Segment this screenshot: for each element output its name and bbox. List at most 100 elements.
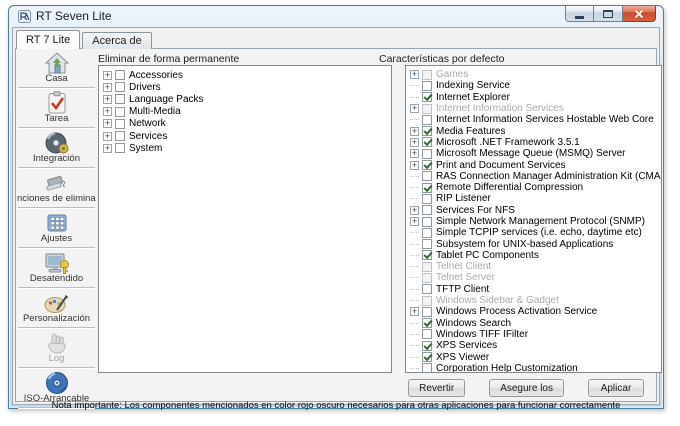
expand-plus-icon[interactable]: +: [410, 149, 419, 159]
sidebar-item-opciones-eliminacion[interactable]: nciones de eliminac: [17, 170, 96, 206]
checkbox-unchecked[interactable]: [115, 94, 125, 105]
checkbox-checked[interactable]: [422, 160, 432, 171]
checkbox-unchecked[interactable]: [422, 114, 432, 125]
checkbox-checked[interactable]: [422, 126, 432, 137]
checkbox-unchecked[interactable]: [115, 143, 125, 154]
checkbox-checked[interactable]: [422, 250, 432, 261]
minimize-button[interactable]: [565, 6, 594, 22]
feature-row[interactable]: Windows Search: [410, 318, 661, 329]
expand-plus-icon[interactable]: +: [103, 119, 112, 129]
feature-row[interactable]: RIP Listener: [410, 193, 661, 204]
checkbox-unchecked[interactable]: [422, 272, 432, 283]
tab-acercade[interactable]: Acerca de: [82, 32, 152, 49]
remove-component-row[interactable]: + System: [103, 142, 391, 154]
sidebar-item-personalizacion[interactable]: Personalización: [17, 290, 96, 326]
checkbox-unchecked[interactable]: [422, 205, 432, 216]
checkbox-unchecked[interactable]: [422, 329, 432, 340]
feature-row[interactable]: + Microsoft Message Queue (MSMQ) Server: [410, 148, 661, 159]
feature-row[interactable]: + Internet Information Services: [410, 103, 661, 114]
checkbox-unchecked[interactable]: [115, 82, 125, 93]
expand-plus-icon[interactable]: +: [410, 307, 419, 317]
tab-rt7lite[interactable]: RT 7 Lite: [16, 30, 81, 49]
checkbox-unchecked[interactable]: [422, 80, 432, 91]
feature-row[interactable]: Telnet Server: [410, 272, 661, 283]
checkbox-checked[interactable]: [422, 137, 432, 148]
expand-plus-icon[interactable]: +: [410, 205, 419, 215]
checkbox-checked[interactable]: [422, 352, 432, 363]
checkbox-unchecked[interactable]: [115, 70, 125, 81]
checkbox-unchecked[interactable]: [422, 69, 432, 80]
expand-plus-icon[interactable]: +: [410, 104, 419, 114]
feature-row[interactable]: XPS Viewer: [410, 351, 661, 363]
sidebar-item-desatendido[interactable]: Desatendido: [17, 250, 96, 286]
remove-components-tree[interactable]: + Accessories + Drivers + Language Packs + Mult…: [98, 65, 392, 373]
remove-component-row[interactable]: + Drivers: [103, 81, 391, 93]
feature-row[interactable]: + Simple Network Management Protocol (SNM…: [410, 216, 661, 227]
checkbox-unchecked[interactable]: [115, 131, 125, 142]
maximize-button[interactable]: [594, 6, 623, 22]
expand-plus-icon[interactable]: +: [410, 126, 419, 136]
checkbox-unchecked[interactable]: [422, 227, 432, 238]
sidebar-item-ajustes[interactable]: Ajustes: [17, 210, 96, 246]
remove-component-row[interactable]: + Accessories: [103, 69, 391, 81]
expand-plus-icon[interactable]: +: [103, 107, 112, 117]
feature-row[interactable]: Internet Information Services Hostable W…: [410, 114, 661, 125]
checkbox-unchecked[interactable]: [422, 216, 432, 227]
checkbox-checked[interactable]: [422, 318, 432, 329]
remove-component-row[interactable]: + Network: [103, 118, 391, 130]
revert-button[interactable]: Revertir: [408, 379, 466, 397]
sidebar-item-integracion[interactable]: Integración: [17, 130, 96, 166]
close-button[interactable]: [623, 6, 656, 22]
remove-component-row[interactable]: + Services: [103, 130, 391, 142]
checkbox-unchecked[interactable]: [422, 148, 432, 159]
checkbox-unchecked[interactable]: [422, 193, 432, 204]
remove-component-row[interactable]: + Multi-Media: [103, 106, 391, 118]
apply-button[interactable]: Aplicar: [588, 379, 644, 397]
feature-row[interactable]: + Windows Process Activation Service: [410, 306, 661, 317]
checkbox-checked[interactable]: [422, 340, 432, 351]
feature-row[interactable]: + Media Features: [410, 125, 661, 137]
default-features-list[interactable]: + Games Indexing Service Internet Explorer +…: [405, 65, 662, 373]
sidebar-item-tarea[interactable]: Tarea: [17, 90, 96, 126]
feature-row[interactable]: Corporation Help Customization: [410, 363, 661, 372]
checkbox-unchecked[interactable]: [115, 106, 125, 117]
checkbox-checked[interactable]: [422, 92, 432, 103]
feature-row[interactable]: Windows TIFF IFilter: [410, 329, 661, 340]
feature-row[interactable]: Windows Sidebar & Gadget: [410, 295, 661, 306]
expand-plus-icon[interactable]: +: [103, 131, 112, 141]
expand-plus-icon[interactable]: +: [103, 143, 112, 153]
checkbox-unchecked[interactable]: [422, 306, 432, 317]
expand-plus-icon[interactable]: +: [410, 217, 419, 226]
feature-row[interactable]: Remote Differential Compression: [410, 182, 661, 193]
checkbox-unchecked[interactable]: [422, 239, 432, 250]
titlebar[interactable]: RT Seven Lite: [9, 6, 663, 27]
checkbox-unchecked[interactable]: [422, 284, 432, 295]
feature-row[interactable]: + Services For NFS: [410, 205, 661, 216]
feature-row[interactable]: + Microsoft .NET Framework 3.5.1: [410, 137, 661, 148]
remove-component-row[interactable]: + Language Packs: [103, 93, 391, 105]
checkbox-unchecked[interactable]: [422, 295, 432, 306]
checkbox-unchecked[interactable]: [115, 118, 125, 129]
secure-button[interactable]: Asegure los: [489, 379, 564, 397]
expand-plus-icon[interactable]: +: [103, 94, 112, 104]
feature-row[interactable]: + Print and Document Services: [410, 159, 661, 171]
feature-row[interactable]: + Games: [410, 69, 661, 80]
expand-plus-icon[interactable]: +: [410, 137, 419, 147]
feature-row[interactable]: Telnet Client: [410, 261, 661, 272]
feature-row[interactable]: RAS Connection Manager Administration Ki…: [410, 171, 661, 182]
feature-row[interactable]: Internet Explorer: [410, 92, 661, 103]
checkbox-unchecked[interactable]: [422, 363, 432, 372]
feature-row[interactable]: Indexing Service: [410, 80, 661, 91]
feature-row[interactable]: Tablet PC Components: [410, 250, 661, 261]
expand-plus-icon[interactable]: +: [103, 82, 112, 92]
feature-row[interactable]: XPS Services: [410, 340, 661, 351]
checkbox-unchecked[interactable]: [422, 103, 432, 114]
expand-plus-icon[interactable]: +: [410, 70, 419, 80]
checkbox-unchecked[interactable]: [422, 261, 432, 272]
feature-row[interactable]: Subsystem for UNIX-based Applications: [410, 238, 661, 250]
checkbox-checked[interactable]: [422, 182, 432, 193]
feature-row[interactable]: TFTP Client: [410, 284, 661, 295]
expand-plus-icon[interactable]: +: [410, 160, 419, 170]
expand-plus-icon[interactable]: +: [103, 70, 112, 80]
checkbox-unchecked[interactable]: [422, 171, 432, 182]
